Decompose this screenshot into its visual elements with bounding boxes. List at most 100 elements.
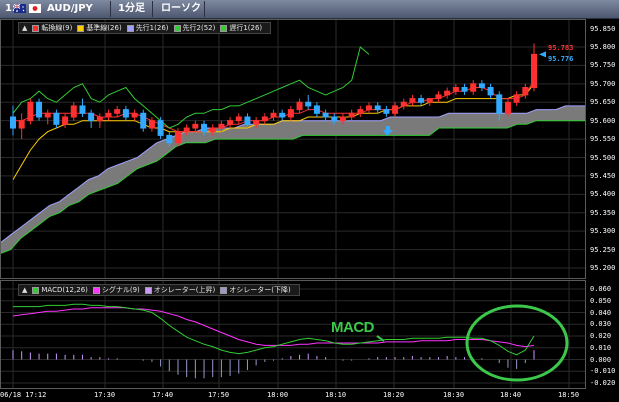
candle-up xyxy=(183,127,190,133)
candle xyxy=(392,102,399,117)
time-tick-label: 18:20 xyxy=(383,391,405,399)
chart-style-selector[interactable]: ローソク xyxy=(156,2,206,16)
candle-up xyxy=(227,120,234,125)
legend-swatch xyxy=(173,24,181,32)
candle xyxy=(140,109,147,132)
candle-up xyxy=(148,120,155,129)
candle xyxy=(522,83,529,99)
time-tick-label: 18:10 xyxy=(325,391,347,399)
current-price-marker xyxy=(539,51,546,58)
legend-swatch xyxy=(32,286,40,294)
macd-tick-label: 0.020 xyxy=(590,332,612,340)
candle-down xyxy=(157,120,164,136)
legend-swatch xyxy=(220,286,228,294)
candle-down xyxy=(313,105,320,114)
price-tick-label: 95.250 xyxy=(590,245,616,254)
candle xyxy=(305,94,312,110)
price-tick-label: 95.750 xyxy=(590,61,616,70)
candle-down xyxy=(461,87,468,92)
symbol-selector[interactable]: AUD/JPY xyxy=(42,2,98,16)
time-tick-label: 18:50 xyxy=(558,391,580,399)
legend-collapse-icon[interactable]: ▲ xyxy=(22,24,27,32)
price-chart xyxy=(1,20,585,278)
candle xyxy=(313,102,320,117)
candle-up xyxy=(426,98,433,103)
candle xyxy=(131,109,138,121)
macd-chart xyxy=(1,281,585,388)
candle xyxy=(44,109,51,125)
legend-label-kijun: 基準線(26) xyxy=(86,24,122,32)
candle-up xyxy=(400,101,407,107)
candle-up xyxy=(96,116,103,122)
legend-label-osc-down: オシレーター(下降) xyxy=(229,286,291,294)
time-tick-label: 17:40 xyxy=(152,391,174,399)
candle-up xyxy=(513,94,520,103)
candle xyxy=(366,102,373,114)
price-tick-label: 95.800 xyxy=(590,43,616,51)
candle-down xyxy=(374,105,381,111)
macd-annotation: MACD xyxy=(331,319,375,336)
candle-down xyxy=(244,116,251,125)
price-tick-label: 95.650 xyxy=(590,98,616,107)
candle-up xyxy=(131,112,138,118)
candle xyxy=(114,105,121,117)
signal-line xyxy=(12,307,535,348)
candle xyxy=(148,116,155,132)
macd-tick-label: 0.060 xyxy=(590,285,612,293)
candle xyxy=(461,83,468,95)
high-price-label: 95.783 xyxy=(548,44,574,52)
candle-down xyxy=(383,109,390,114)
legend-label-macd: MACD(12,26) xyxy=(41,286,88,294)
candle-up xyxy=(114,109,121,114)
candle-down xyxy=(487,87,494,96)
candle xyxy=(18,113,25,140)
candle xyxy=(357,105,364,117)
candle xyxy=(296,98,303,114)
legend-swatch xyxy=(92,286,100,294)
price-tick-label: 95.350 xyxy=(590,208,616,217)
macd-tick-label: 0.040 xyxy=(590,308,612,317)
legend-collapse-icon[interactable]: ▲ xyxy=(22,286,27,294)
candle-up xyxy=(444,90,451,96)
candle xyxy=(157,116,164,140)
japan-flag-icon xyxy=(29,4,41,13)
candle xyxy=(88,109,95,129)
candle xyxy=(96,113,103,129)
legend-swatch xyxy=(77,24,85,32)
candle-down xyxy=(279,112,286,118)
candle-up xyxy=(62,116,69,125)
candle xyxy=(531,43,537,92)
candle-up xyxy=(18,120,25,129)
candle-up xyxy=(287,109,294,118)
legend-label-senkou2: 先行2(52) xyxy=(182,24,216,32)
legend-label-senkou1: 先行1(26) xyxy=(135,24,169,32)
legend-swatch xyxy=(220,24,228,32)
candle-down xyxy=(36,101,43,118)
chart-window: 1: AUD/JPY 1分足 ローソク ▲ 転換線(9) 基準線(26) 先行1… xyxy=(0,0,619,402)
candle xyxy=(435,91,442,103)
macd-tick-label: -0.020 xyxy=(590,379,616,387)
price-tick-label: 95.850 xyxy=(590,24,616,33)
legend-label-signal: シグナル(9) xyxy=(101,286,140,294)
candle-up xyxy=(339,116,346,122)
candle xyxy=(478,80,485,92)
candle-up xyxy=(235,116,242,122)
candle-up xyxy=(27,101,34,122)
timeframe-selector[interactable]: 1分足 xyxy=(113,2,150,16)
candle-up xyxy=(192,123,199,129)
time-tick-label: 06/18 17:12 xyxy=(0,391,47,399)
candle xyxy=(79,98,86,117)
candle xyxy=(426,98,433,106)
price-tick-label: 95.600 xyxy=(590,116,616,125)
candle xyxy=(513,91,520,106)
time-tick-label: 18:00 xyxy=(267,391,289,399)
candle xyxy=(122,105,129,121)
candle-up xyxy=(392,105,399,114)
time-tick-label: 18:30 xyxy=(443,391,465,399)
candle-up xyxy=(270,112,277,118)
candle-down xyxy=(322,112,329,118)
macd-tick-label: 0.010 xyxy=(590,343,612,352)
price-tick-label: 95.400 xyxy=(590,190,616,199)
legend-swatch xyxy=(126,24,134,32)
candle xyxy=(261,113,268,125)
